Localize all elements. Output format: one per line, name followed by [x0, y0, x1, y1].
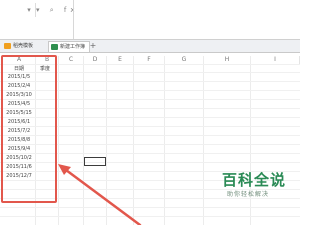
grid-line [0, 207, 300, 208]
column-header-c[interactable]: C [59, 56, 84, 64]
column-header-h[interactable]: H [204, 56, 251, 64]
watermark-title: 百科全说 [222, 171, 287, 189]
tab-docer-templates[interactable]: 稻壳模板 [2, 41, 42, 51]
column-header-e[interactable]: E [107, 56, 134, 64]
watermark-subtitle: 助你轻松解决 [227, 191, 270, 198]
tab-new-workbook[interactable]: 新建工作簿 [48, 41, 90, 52]
tab-label: 新建工作簿 [60, 44, 86, 50]
highlight-box [1, 55, 57, 203]
name-box[interactable] [0, 2, 24, 18]
column-header-i[interactable]: I [251, 56, 300, 64]
chevron-down-icon[interactable]: ▾ [23, 3, 36, 17]
tab-bar [0, 40, 300, 53]
column-header-f[interactable]: F [134, 56, 165, 64]
formula-divider [73, 0, 74, 40]
grid-line [0, 216, 300, 217]
tab-label: 稻壳模板 [13, 43, 34, 49]
column-header-d[interactable]: D [84, 56, 107, 64]
sheet-icon [51, 43, 58, 50]
wps-doc-icon [4, 42, 11, 49]
column-header-g[interactable]: G [165, 56, 204, 64]
new-tab-button[interactable]: + [89, 41, 97, 51]
selected-cell[interactable] [84, 157, 106, 166]
